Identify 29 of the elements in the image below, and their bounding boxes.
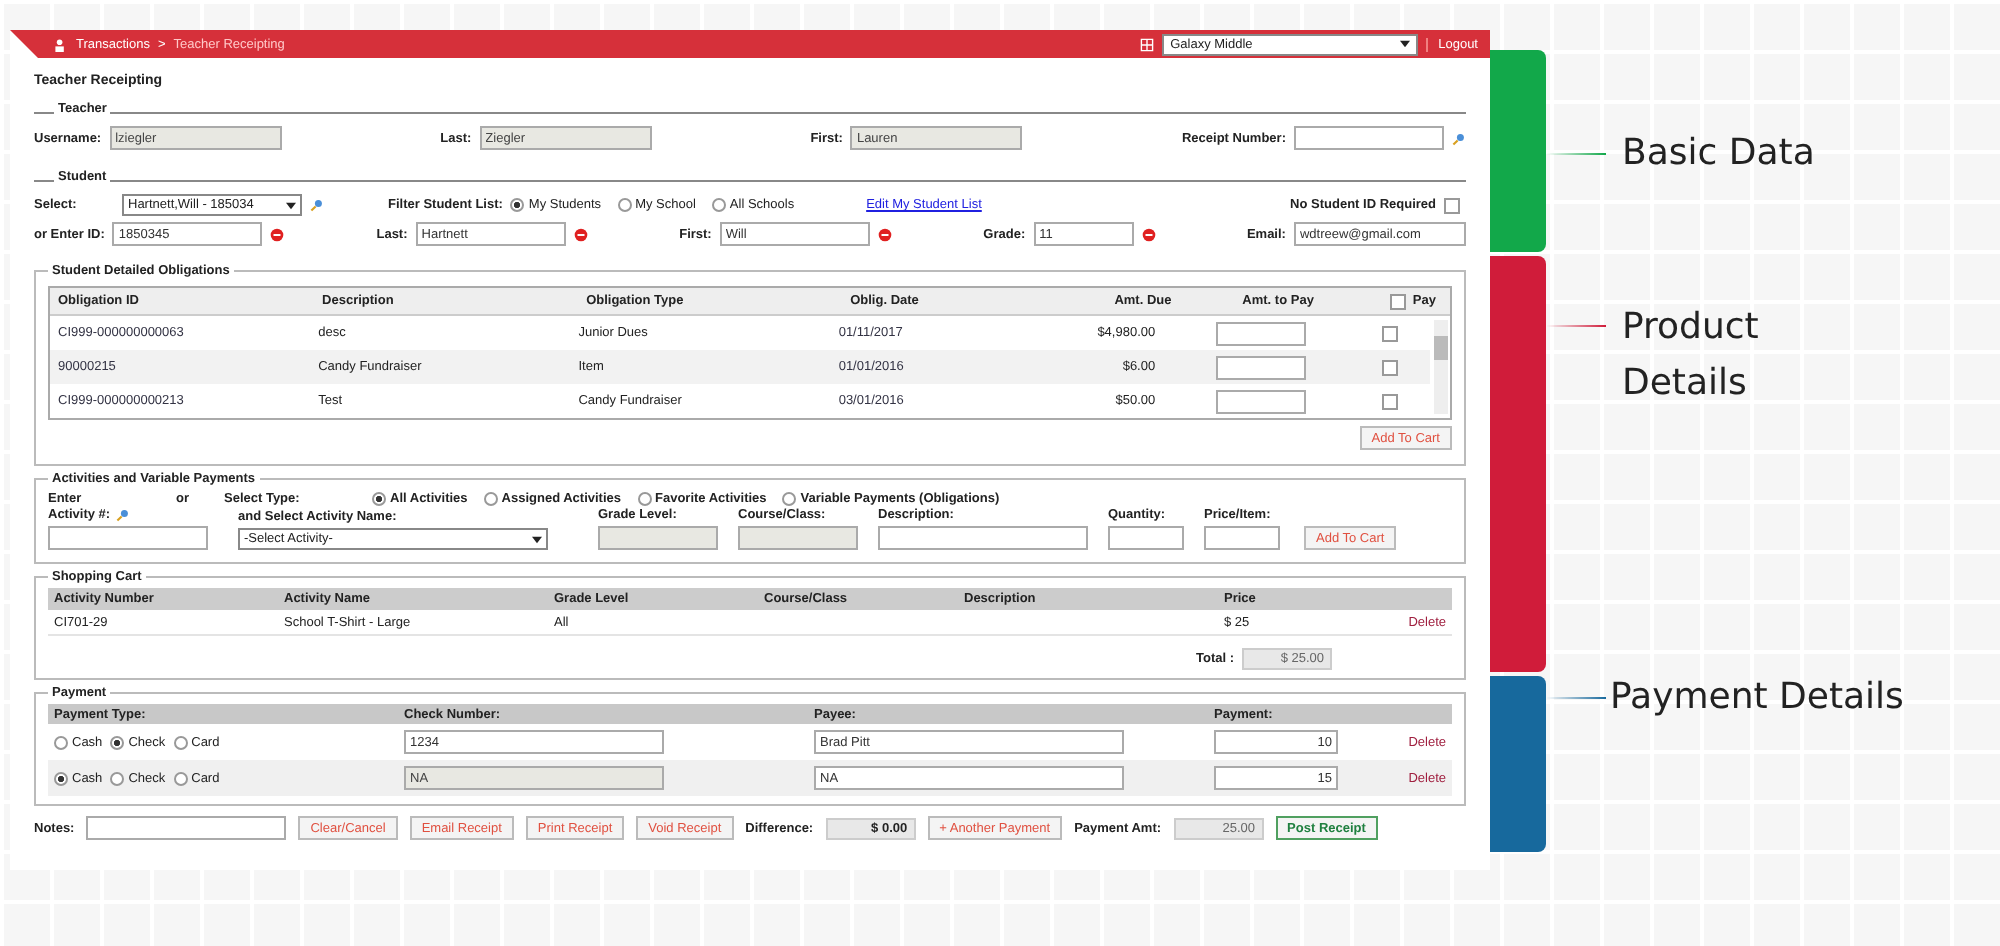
search-icon[interactable] — [1452, 131, 1466, 145]
checkbox[interactable] — [1444, 197, 1460, 213]
text-field[interactable] — [878, 526, 1088, 550]
text-field[interactable] — [1294, 126, 1444, 150]
annotation-label: Payment Details — [1610, 676, 1906, 718]
person-icon — [54, 37, 68, 51]
activity-number-field[interactable] — [48, 526, 208, 550]
annotation-label: Basic Data — [1622, 132, 1817, 174]
pay-checkbox[interactable] — [1382, 359, 1399, 375]
minus-circle-icon[interactable] — [573, 227, 588, 241]
amount-field[interactable] — [1215, 389, 1306, 413]
pay-checkbox[interactable] — [1382, 325, 1399, 341]
caret-icon — [1400, 40, 1411, 48]
grid-icon[interactable] — [1140, 37, 1155, 51]
caret-icon — [286, 201, 296, 209]
annotation-label: Product Details — [1622, 304, 1761, 408]
text-field[interactable] — [1108, 526, 1184, 550]
amount-field[interactable] — [1215, 321, 1306, 345]
text-field[interactable] — [1204, 526, 1280, 550]
search-icon[interactable] — [310, 198, 324, 212]
minus-circle-icon[interactable] — [270, 227, 285, 241]
notes-field[interactable] — [86, 816, 287, 840]
minus-circle-icon[interactable] — [1141, 227, 1156, 241]
scrollbar[interactable] — [1434, 320, 1448, 414]
search-icon[interactable] — [116, 508, 131, 522]
caret-icon — [532, 535, 542, 543]
amount-field[interactable] — [1215, 355, 1306, 379]
pay-checkbox[interactable] — [1382, 393, 1399, 409]
minus-circle-icon[interactable] — [877, 227, 892, 241]
